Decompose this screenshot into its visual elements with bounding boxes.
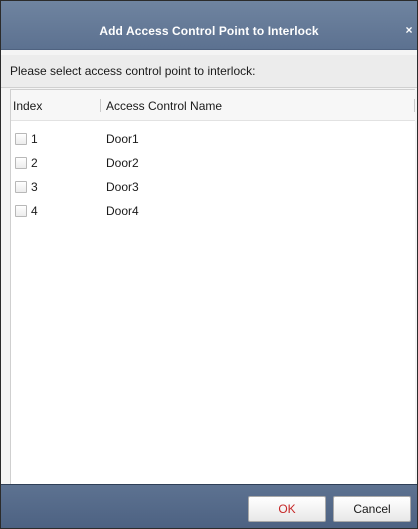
column-header-access-control-name[interactable]: Access Control Name (106, 99, 222, 113)
table-header: Index Access Control Name (11, 90, 415, 121)
dialog-footer: OK Cancel (1, 484, 417, 528)
row-access-control-name: Door1 (106, 132, 139, 146)
add-access-control-dialog: Add Access Control Point to Interlock × … (0, 0, 418, 529)
row-access-control-name: Door3 (106, 180, 139, 194)
row-index: 2 (31, 156, 38, 170)
row-checkbox[interactable] (15, 157, 27, 169)
cancel-button[interactable]: Cancel (333, 496, 411, 522)
table-row[interactable]: 3 Door3 (11, 176, 415, 198)
ok-button[interactable]: OK (248, 496, 326, 522)
row-checkbox[interactable] (15, 181, 27, 193)
column-divider[interactable] (414, 99, 415, 112)
dialog-title: Add Access Control Point to Interlock (99, 24, 319, 38)
dialog-titlebar[interactable]: Add Access Control Point to Interlock × (1, 1, 417, 50)
row-index: 4 (31, 204, 38, 218)
row-access-control-name: Door2 (106, 156, 139, 170)
row-checkbox[interactable] (15, 205, 27, 217)
column-header-index[interactable]: Index (13, 99, 42, 113)
instruction-text: Please select access control point to in… (10, 64, 256, 78)
row-checkbox[interactable] (15, 133, 27, 145)
table-row[interactable]: 4 Door4 (11, 200, 415, 222)
column-divider[interactable] (100, 99, 101, 112)
row-index: 1 (31, 132, 38, 146)
table-row[interactable]: 1 Door1 (11, 128, 415, 150)
close-icon[interactable]: × (403, 23, 415, 37)
row-index: 3 (31, 180, 38, 194)
access-control-table: Index Access Control Name 1 Door1 2 Door… (10, 89, 415, 486)
table-row[interactable]: 2 Door2 (11, 152, 415, 174)
row-access-control-name: Door4 (106, 204, 139, 218)
